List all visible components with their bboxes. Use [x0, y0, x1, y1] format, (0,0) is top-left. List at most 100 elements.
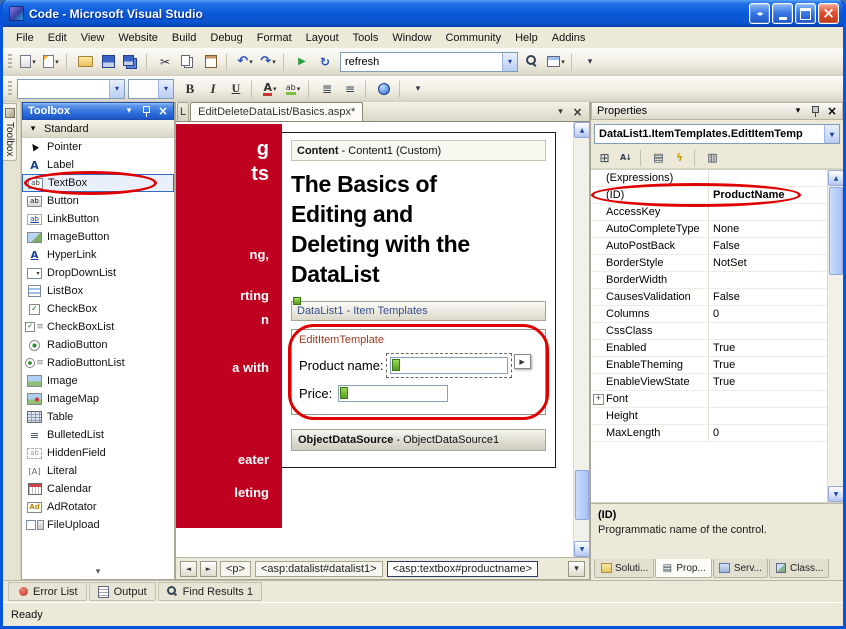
titlebar[interactable]: Code - Microsoft Visual Studio [3, 0, 843, 27]
property-value[interactable] [709, 204, 827, 220]
toolbar-icon[interactable] [251, 80, 255, 98]
events-icon[interactable] [670, 149, 689, 166]
toolbox-item[interactable]: Calendar [22, 480, 174, 498]
toolbar-icon[interactable] [308, 80, 312, 98]
nav-back-icon[interactable] [180, 561, 197, 577]
edit-item-template[interactable]: EditItemTemplate Product name: Price: [291, 329, 546, 415]
bottom-panel-tab[interactable]: Output [89, 582, 156, 601]
nav-forward-icon[interactable] [200, 561, 217, 577]
toolbox-group-standard[interactable]: Standard [22, 120, 174, 138]
add-item-icon[interactable] [40, 52, 62, 72]
panel-tab[interactable]: Soluti... [594, 559, 654, 578]
start-debug-icon[interactable] [291, 52, 313, 72]
property-value[interactable] [709, 272, 827, 288]
toolbox-item[interactable]: AdRotator [22, 498, 174, 516]
property-row[interactable]: Columns 0 [591, 306, 827, 323]
object-selector[interactable]: DataList1.ItemTemplates.EditItemTemp [594, 124, 840, 144]
toolbox-item[interactable]: HyperLink [22, 246, 174, 264]
window-menu-icon[interactable] [791, 104, 805, 118]
property-row[interactable]: (Expressions) [591, 170, 827, 187]
window-menu-icon[interactable] [122, 104, 136, 118]
tag-breadcrumb[interactable]: <asp:textbox#productname> [387, 561, 538, 577]
content-placeholder-header[interactable]: Content - Content1 (Custom) [291, 140, 546, 161]
properties-toolbar-icon[interactable] [694, 149, 698, 167]
property-value[interactable]: 0 [709, 306, 827, 322]
properties-icon[interactable] [649, 149, 668, 166]
editor-vertical-scrollbar[interactable] [573, 122, 589, 557]
toolbox-item[interactable]: LinkButton [22, 210, 174, 228]
property-value[interactable] [709, 408, 827, 424]
document-tab[interactable]: L [177, 102, 189, 121]
new-file-icon[interactable] [17, 52, 39, 72]
property-pages-icon[interactable] [703, 149, 722, 166]
property-row[interactable]: BorderWidth [591, 272, 827, 289]
toolbox-item[interactable]: ImageMap [22, 390, 174, 408]
toolbox-item[interactable]: TextBox [22, 174, 174, 192]
menu-item[interactable]: Layout [299, 29, 346, 47]
document-tab[interactable]: EditDeleteDataList/Basics.aspx* [190, 102, 363, 121]
font-name-combobox[interactable] [17, 79, 125, 99]
toolbox-item[interactable]: Label [22, 156, 174, 174]
property-row[interactable]: MaxLength 0 [591, 425, 827, 442]
property-value[interactable]: True [709, 374, 827, 390]
maximize-button[interactable] [795, 3, 816, 24]
tag-breadcrumb[interactable]: <asp:datalist#datalist1> [255, 561, 383, 577]
scroll-thumb[interactable] [575, 470, 589, 520]
menu-item[interactable]: Tools [346, 29, 386, 47]
windows-list-icon[interactable] [545, 52, 567, 72]
menu-item[interactable]: Edit [41, 29, 74, 47]
property-value[interactable]: False [709, 238, 827, 254]
scroll-down-icon[interactable] [828, 486, 844, 502]
dropdown-arrow-icon[interactable] [502, 53, 517, 71]
browser-refresh-icon[interactable] [314, 52, 336, 72]
property-value[interactable]: True [709, 340, 827, 356]
underline-icon[interactable] [225, 79, 247, 99]
toolbox-item[interactable]: CheckBoxList [22, 318, 174, 336]
menu-item[interactable]: Build [165, 29, 203, 47]
toolbox-scroll-down-icon[interactable] [22, 565, 174, 579]
scroll-up-icon[interactable] [828, 170, 844, 186]
redo-icon[interactable] [257, 52, 279, 72]
tagnav-options-icon[interactable] [568, 561, 585, 577]
titlebar-arrows-button[interactable] [749, 3, 770, 24]
property-row[interactable]: AutoCompleteType None [591, 221, 827, 238]
property-row[interactable]: Font [591, 391, 827, 408]
tag-breadcrumb[interactable]: <p> [220, 561, 251, 577]
toolbox-item[interactable]: Literal [22, 462, 174, 480]
bottom-panel-tab[interactable]: Find Results 1 [158, 582, 262, 601]
property-row[interactable]: Enabled True [591, 340, 827, 357]
menu-item[interactable]: Addins [545, 29, 593, 47]
datalist-header[interactable]: DataList1 - Item Templates [291, 301, 546, 321]
scroll-up-icon[interactable] [574, 122, 589, 138]
product-name-textbox[interactable] [390, 357, 508, 374]
toolbox-item[interactable]: DropDownList [22, 264, 174, 282]
menu-item[interactable]: Website [111, 29, 165, 47]
property-row[interactable]: AutoPostBack False [591, 238, 827, 255]
property-row[interactable]: EnableTheming True [591, 357, 827, 374]
italic-icon[interactable] [202, 79, 224, 99]
toolbox-item[interactable]: CheckBox [22, 300, 174, 318]
categorized-icon[interactable] [595, 149, 614, 166]
content-region[interactable]: Content - Content1 (Custom) The Basics o… [282, 132, 556, 468]
toolbox-item[interactable]: Table [22, 408, 174, 426]
property-row[interactable]: AccessKey [591, 204, 827, 221]
bulleted-list-icon[interactable] [339, 79, 361, 99]
toolbar-grip[interactable] [8, 81, 12, 97]
menu-item[interactable]: File [9, 29, 41, 47]
menu-item[interactable]: Format [250, 29, 299, 47]
toolbar-options-icon[interactable] [407, 79, 429, 99]
design-surface[interactable]: gtsng,rtingna witheaterleting Content - … [176, 122, 589, 557]
properties-scrollbar[interactable] [827, 170, 843, 502]
toolbar-icon[interactable] [226, 53, 230, 71]
menu-item[interactable]: Window [385, 29, 438, 47]
property-row[interactable]: EnableViewState True [591, 374, 827, 391]
toolbar-options-icon[interactable] [579, 52, 601, 72]
close-document-icon[interactable] [570, 104, 585, 119]
cut-icon[interactable] [154, 52, 176, 72]
toolbox-item[interactable]: Image [22, 372, 174, 390]
property-value[interactable] [709, 323, 827, 339]
toolbox-item[interactable]: RadioButtonList [22, 354, 174, 372]
toolbox-item[interactable]: HiddenField [22, 444, 174, 462]
panel-close-icon[interactable] [156, 104, 170, 118]
alphabetical-icon[interactable] [616, 149, 635, 166]
